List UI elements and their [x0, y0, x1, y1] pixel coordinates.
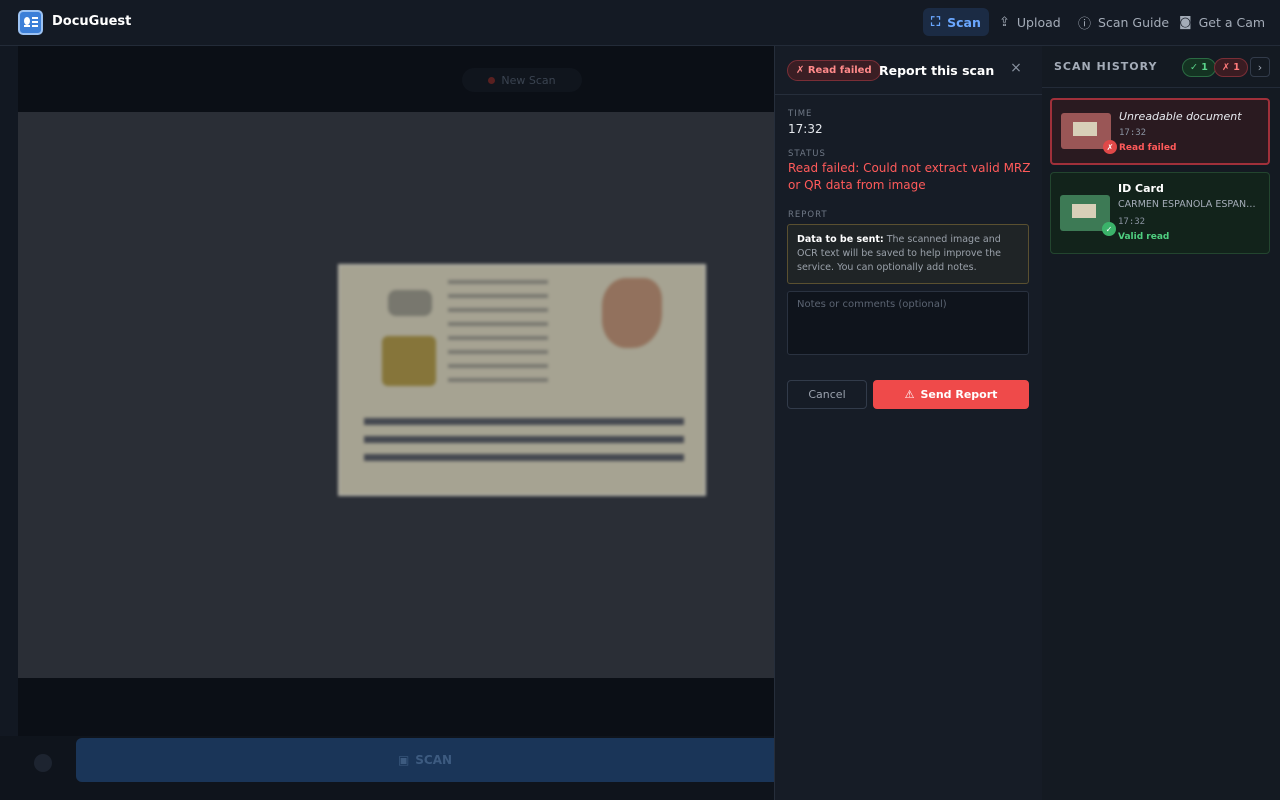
- history-item-subtitle: CARMEN ESPANOLA ESPANOLA: [1118, 199, 1261, 210]
- camera-icon: ◙: [1179, 14, 1192, 30]
- document-thumb: [1072, 204, 1096, 218]
- read-failed-badge: ✗ Read failed: [787, 60, 881, 81]
- scan-history-panel: SCAN HISTORY ✓ 1 ✗ 1 › ✗ Unreadable docu…: [1042, 46, 1280, 800]
- warning-icon: ⚠: [904, 388, 915, 401]
- app-logo-icon: [18, 10, 43, 35]
- id-card-image: [338, 264, 706, 496]
- nav-get-a-cam[interactable]: ◙ Get a Cam: [1171, 8, 1273, 36]
- history-item-title: Unreadable document: [1119, 110, 1242, 123]
- new-scan-pill-label: New Scan: [501, 73, 556, 87]
- chevron-right-icon[interactable]: ›: [1250, 57, 1270, 77]
- document-thumb: [1073, 122, 1097, 136]
- data-notice: Data to be sent: The scanned image and O…: [787, 224, 1029, 284]
- history-item-state: Valid read: [1118, 232, 1170, 242]
- camera-area: New Scan ▣ SCAN: [0, 46, 774, 800]
- card-photo: [388, 290, 432, 316]
- report-panel: ✗ Read failed Report this scan × TIME 17…: [774, 46, 1042, 800]
- camera-viewport: [18, 112, 774, 678]
- notes-field[interactable]: [787, 291, 1029, 355]
- card-text-lines: [448, 280, 548, 390]
- card-chip: [382, 336, 436, 386]
- send-report-label: Send Report: [920, 388, 998, 401]
- history-item-title: ID Card: [1118, 182, 1164, 195]
- history-item-state: Read failed: [1119, 143, 1177, 153]
- history-item-time: 17:32: [1118, 217, 1146, 227]
- camera-controls: ▣ SCAN: [0, 736, 774, 800]
- scan-button[interactable]: ▣ SCAN: [76, 738, 774, 782]
- time-label: TIME: [788, 109, 813, 119]
- nav-scan-guide[interactable]: ⓘ Scan Guide: [1070, 8, 1177, 36]
- failed-count-badge: ✗ 1: [1214, 58, 1248, 77]
- failed-status-icon: ✗: [1103, 140, 1117, 154]
- card-map: [602, 278, 662, 348]
- scan-frame-icon: ⛶: [931, 14, 941, 30]
- app-name: DocuGuest: [52, 14, 132, 29]
- report-label: REPORT: [788, 210, 828, 220]
- cancel-button[interactable]: Cancel: [787, 380, 867, 409]
- send-report-button[interactable]: ⚠ Send Report: [873, 380, 1029, 409]
- status-label: STATUS: [788, 149, 826, 159]
- camera-side-rail: [0, 46, 18, 800]
- nav-get-a-cam-label: Get a Cam: [1198, 14, 1266, 30]
- scan-thumbnail: ✓: [1060, 195, 1116, 236]
- nav-upload[interactable]: ⇪ Upload: [991, 8, 1069, 36]
- history-item-failed[interactable]: ✗ Unreadable document 17:32 Read failed: [1050, 98, 1270, 165]
- card-mrz-zone: [364, 418, 684, 470]
- history-item-valid[interactable]: ✓ ID Card CARMEN ESPANOLA ESPANOLA 17:32…: [1050, 172, 1270, 254]
- nav-scan[interactable]: ⛶ Scan: [923, 8, 989, 36]
- history-header: SCAN HISTORY ✓ 1 ✗ 1 ›: [1042, 46, 1280, 88]
- time-value: 17:32: [788, 122, 823, 136]
- valid-count-badge: ✓ 1: [1182, 58, 1216, 77]
- camera-switch-button[interactable]: [34, 754, 52, 772]
- history-title: SCAN HISTORY: [1054, 60, 1158, 73]
- help-circle-icon: ⓘ: [1078, 16, 1092, 32]
- close-icon[interactable]: ×: [1009, 60, 1023, 78]
- valid-status-icon: ✓: [1102, 222, 1116, 236]
- report-title: Report this scan: [879, 63, 995, 78]
- upload-icon: ⇪: [999, 14, 1010, 30]
- nav-scan-label: Scan: [947, 14, 981, 30]
- scan-button-label: SCAN: [415, 753, 453, 767]
- status-value: Read failed: Could not extract valid MRZ…: [788, 161, 1031, 192]
- top-bar: DocuGuest ⛶ Scan ⇪ Upload ⓘ Scan Guide ◙…: [0, 0, 1280, 46]
- nav-upload-label: Upload: [1016, 14, 1061, 30]
- nav-scan-guide-label: Scan Guide: [1098, 14, 1170, 30]
- report-header: ✗ Read failed Report this scan ×: [775, 46, 1042, 95]
- notice-strong: Data to be sent:: [797, 234, 884, 245]
- scan-thumbnail: ✗: [1061, 113, 1117, 154]
- new-scan-pill[interactable]: New Scan: [462, 68, 582, 92]
- history-item-time: 17:32: [1119, 128, 1147, 138]
- record-dot-icon: [488, 76, 496, 84]
- camera-icon: ▣: [397, 753, 410, 767]
